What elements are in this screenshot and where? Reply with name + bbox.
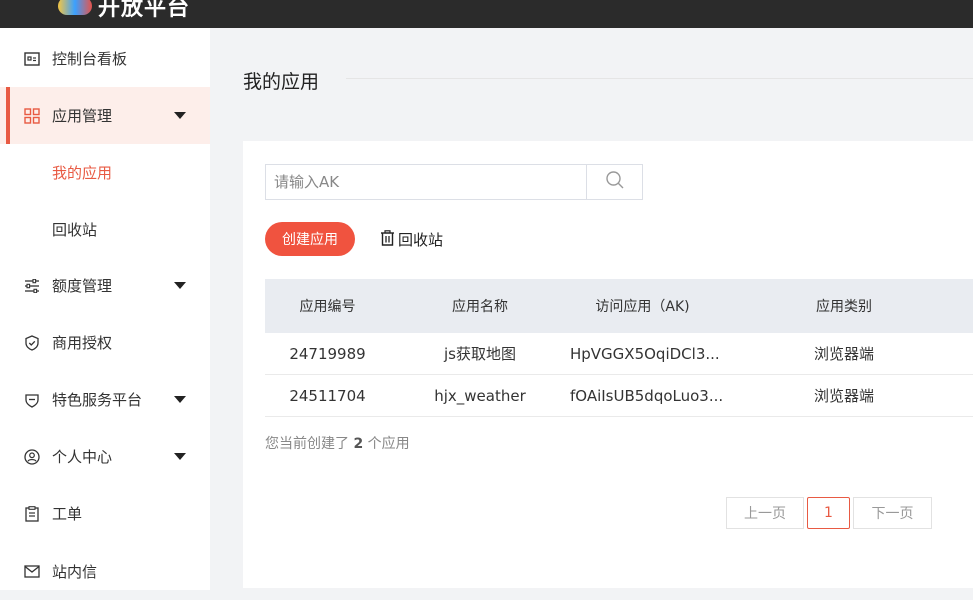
table-row[interactable]: 24511704 hjx_weather fOAiIsUB5dqoLuo3...… <box>265 375 973 417</box>
sidebar: 控制台看板 应用管理 我的应用 回收站 额度管理 商用授权 特色服务平台 个人中… <box>0 28 210 590</box>
sidebar-item-featured-services[interactable]: 特色服务平台 <box>0 371 210 428</box>
column-header: 访问应用（AK) <box>595 299 690 315</box>
clipboard-icon <box>24 505 40 522</box>
chevron-down-icon <box>174 282 186 289</box>
recycle-bin-link[interactable]: 回收站 <box>380 229 443 250</box>
sidebar-item-quota[interactable]: 额度管理 <box>0 257 210 314</box>
search-box <box>265 164 643 200</box>
sliders-icon <box>24 278 40 294</box>
sidebar-item-dashboard[interactable]: 控制台看板 <box>0 30 210 87</box>
summary-count: 2 <box>353 436 364 452</box>
app-type-cell: 浏览器端 <box>813 345 874 363</box>
page-title: 我的应用 <box>243 71 320 93</box>
search-input[interactable] <box>266 165 586 199</box>
sidebar-item-label: 个人中心 <box>52 448 113 466</box>
create-app-button[interactable]: 创建应用 <box>265 222 355 256</box>
app-type-cell: 浏览器端 <box>813 387 874 405</box>
sidebar-item-messages[interactable]: 站内信 <box>0 543 210 600</box>
sidebar-subitem-my-apps[interactable]: 我的应用 <box>0 144 210 201</box>
app-id-cell: 24511704 <box>289 386 366 405</box>
sidebar-subitem-recycle-bin[interactable]: 回收站 <box>0 201 210 258</box>
title-divider <box>346 78 973 79</box>
prev-page-button[interactable]: 上一页 <box>726 497 804 529</box>
sidebar-item-label: 额度管理 <box>52 277 113 295</box>
logo-text: 开放平台 <box>98 0 191 21</box>
apps-table: 应用编号 应用名称 访问应用（AK) 应用类别 24719989 js获取地图 … <box>265 279 973 417</box>
sidebar-item-label: 工单 <box>52 505 83 523</box>
shield-check-icon <box>24 334 40 351</box>
table-header: 应用编号 应用名称 访问应用（AK) 应用类别 <box>265 279 973 333</box>
column-header: 应用编号 <box>299 299 356 315</box>
logo-mark-icon <box>58 0 92 15</box>
page-number-button[interactable]: 1 <box>807 497 850 529</box>
sidebar-item-label: 商用授权 <box>52 334 113 352</box>
sidebar-item-label: 站内信 <box>52 563 98 581</box>
sidebar-item-label: 特色服务平台 <box>52 391 143 409</box>
recycle-bin-label: 回收站 <box>398 231 444 249</box>
chevron-down-icon <box>174 112 186 119</box>
chevron-down-icon <box>174 453 186 460</box>
next-page-button[interactable]: 下一页 <box>853 497 932 529</box>
app-ak-cell[interactable]: HpVGGX5OqiDCl3... <box>570 345 720 363</box>
sidebar-item-personal-center[interactable]: 个人中心 <box>0 428 210 485</box>
user-circle-icon <box>24 448 40 465</box>
id-card-icon <box>24 51 40 67</box>
heart-shield-icon <box>24 392 40 408</box>
sidebar-item-label: 我的应用 <box>52 164 113 182</box>
app-count-summary: 您当前创建了 2 个应用 <box>265 433 410 453</box>
apps-card: 创建应用 回收站 应用编号 应用名称 访问应用（AK) 应用类别 2471998… <box>243 141 973 588</box>
sidebar-item-label: 应用管理 <box>52 107 113 125</box>
table-row[interactable]: 24719989 js获取地图 HpVGGX5OqiDCl3... 浏览器端 <box>265 333 973 375</box>
sidebar-item-label: 控制台看板 <box>52 50 128 68</box>
mail-icon <box>24 564 40 580</box>
logo[interactable]: 开放平台 <box>58 0 190 22</box>
search-icon <box>605 170 625 194</box>
trash-icon <box>380 229 398 250</box>
app-name-cell: hjx_weather <box>434 386 526 405</box>
app-name-cell: js获取地图 <box>444 345 516 363</box>
sidebar-item-tickets[interactable]: 工单 <box>0 485 210 542</box>
main-content: 我的应用 创建应用 回收站 应用编号 应用名称 访问应用（AK) 应用类别 <box>210 28 973 590</box>
sidebar-item-label: 回收站 <box>52 221 98 239</box>
sidebar-item-commercial-license[interactable]: 商用授权 <box>0 314 210 371</box>
column-header: 应用类别 <box>816 299 872 315</box>
sidebar-item-app-management[interactable]: 应用管理 <box>0 87 210 144</box>
app-id-cell: 24719989 <box>289 344 366 363</box>
summary-suffix: 个应用 <box>363 436 410 452</box>
grid-icon <box>24 107 40 124</box>
top-bar: 开放平台 <box>0 0 973 28</box>
pagination: 上一页 1 下一页 <box>726 497 932 529</box>
column-header: 应用名称 <box>452 299 508 315</box>
app-ak-cell[interactable]: fOAiIsUB5dqoLuo3... <box>570 387 723 405</box>
chevron-down-icon <box>174 396 186 403</box>
search-button[interactable] <box>586 165 642 199</box>
summary-prefix: 您当前创建了 <box>265 436 354 452</box>
